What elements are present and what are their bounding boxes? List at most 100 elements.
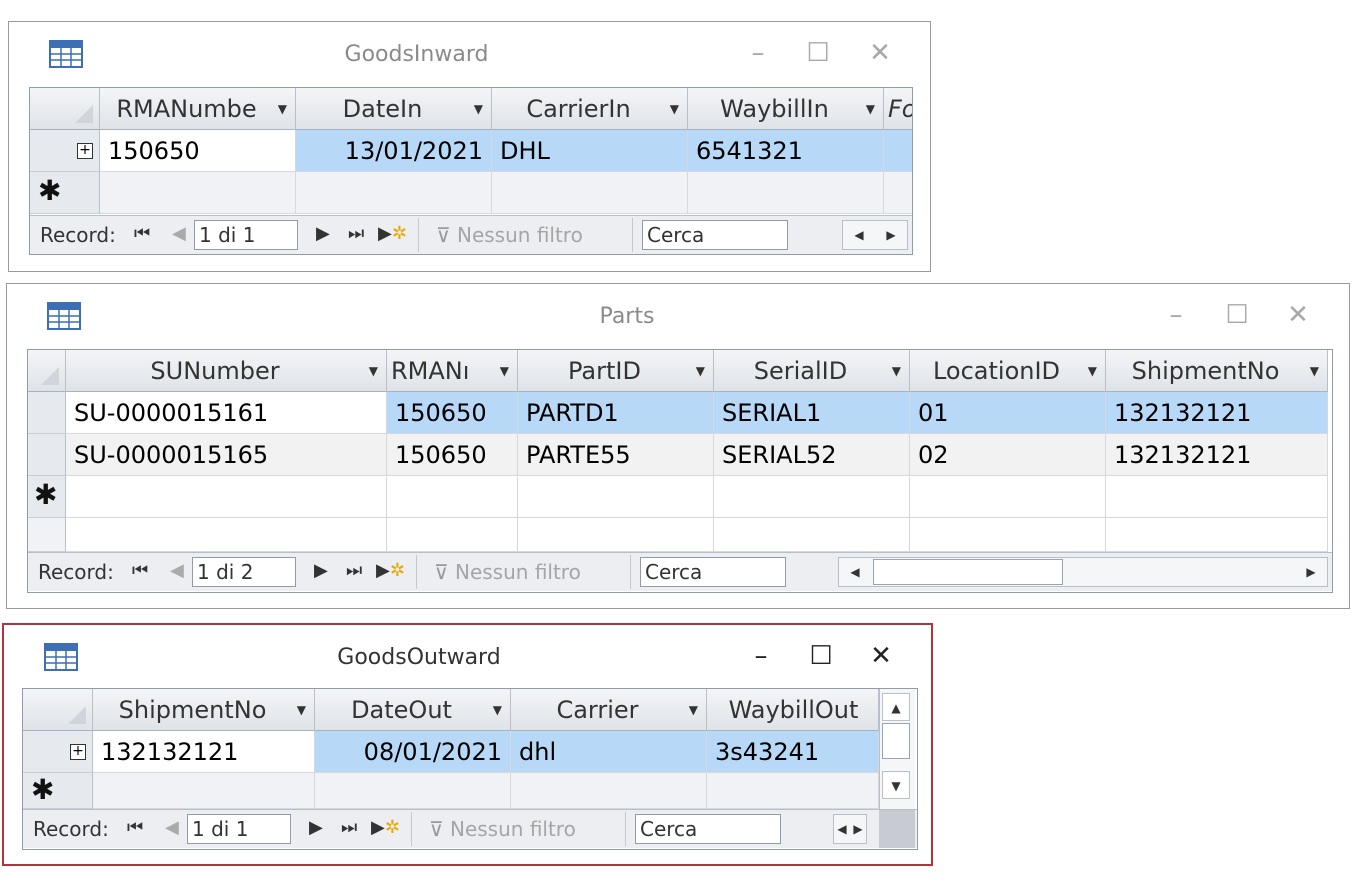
cell-sunumber[interactable]: SU-0000015161 bbox=[66, 392, 387, 434]
search-input[interactable]: Cerca bbox=[642, 220, 788, 250]
previous-record-button[interactable]: ◀ bbox=[165, 817, 179, 838]
scroll-right-button[interactable]: ▶ bbox=[877, 221, 905, 249]
select-all-corner[interactable] bbox=[23, 689, 93, 731]
select-all-corner[interactable] bbox=[30, 88, 100, 130]
new-row-cell[interactable] bbox=[315, 773, 511, 809]
new-row-cell[interactable] bbox=[1106, 476, 1328, 518]
last-record-button[interactable]: ⏭ bbox=[348, 223, 364, 244]
scroll-down-button[interactable]: ▼ bbox=[882, 771, 910, 799]
scroll-left-button[interactable]: ◀ bbox=[841, 558, 869, 586]
cell-rmanumber[interactable]: 150650 bbox=[387, 434, 518, 476]
column-header-carrierin[interactable]: CarrierIn ▼ bbox=[492, 88, 688, 130]
title-bar[interactable]: Parts – ☐ ✕ bbox=[7, 284, 1349, 346]
minimize-button[interactable]: – bbox=[741, 36, 775, 70]
goods-inward-window[interactable]: GoodsInward – ☐ ✕ RMANumbe ▼ DateIn ▼ Carr… bbox=[8, 21, 931, 272]
scroll-right-button[interactable]: ▶ bbox=[1297, 558, 1325, 586]
cell-partid[interactable]: PARTE55 bbox=[518, 434, 714, 476]
new-row-cell[interactable] bbox=[492, 172, 688, 214]
current-record-field[interactable]: 1 di 2 bbox=[192, 557, 296, 587]
column-header-shipmentno[interactable]: ShipmentNo ▼ bbox=[93, 689, 315, 731]
last-record-button[interactable]: ⏭ bbox=[346, 560, 362, 581]
cell-partid[interactable]: PARTD1 bbox=[518, 392, 714, 434]
current-record-field[interactable]: 1 di 1 bbox=[194, 220, 298, 250]
column-header-partid[interactable]: PartID ▼ bbox=[518, 350, 714, 392]
last-record-button[interactable]: ⏭ bbox=[341, 817, 357, 838]
search-input[interactable]: Cerca bbox=[635, 814, 781, 844]
cell-sunumber[interactable]: SU-0000015165 bbox=[66, 434, 387, 476]
column-header-waybillout[interactable]: WaybillOut bbox=[707, 689, 879, 731]
scroll-left-button[interactable]: ◀ bbox=[834, 815, 850, 843]
new-row-cell[interactable] bbox=[387, 476, 518, 518]
datasheet-grid[interactable]: ShipmentNo ▼ DateOut ▼ Carrier ▼ WaybillOut… bbox=[22, 688, 918, 850]
column-header-waybillin[interactable]: WaybillIn ▼ bbox=[688, 88, 884, 130]
previous-record-button[interactable]: ◀ bbox=[170, 560, 184, 581]
dropdown-arrow-icon[interactable]: ▼ bbox=[1088, 350, 1097, 391]
cell-carrier[interactable]: dhl bbox=[511, 731, 707, 773]
size-grip[interactable] bbox=[879, 810, 915, 848]
scroll-right-button[interactable]: ▶ bbox=[850, 815, 866, 843]
search-input[interactable]: Cerca bbox=[640, 557, 786, 587]
plus-box-icon[interactable]: + bbox=[77, 143, 93, 159]
column-header-serialid[interactable]: SerialID ▼ bbox=[714, 350, 910, 392]
first-record-button[interactable]: ⏮ bbox=[132, 560, 148, 581]
dropdown-arrow-icon[interactable]: ▼ bbox=[696, 350, 705, 391]
title-bar[interactable]: GoodsOutward – ☐ ✕ bbox=[4, 625, 931, 687]
dropdown-arrow-icon[interactable]: ▼ bbox=[500, 350, 509, 391]
horizontal-scrollbar[interactable]: ◀ ▶ bbox=[833, 814, 867, 844]
column-header-datein[interactable]: DateIn ▼ bbox=[296, 88, 492, 130]
dropdown-arrow-icon[interactable]: ▼ bbox=[297, 689, 306, 730]
cell-rmanumber[interactable]: 150650 bbox=[387, 392, 518, 434]
dropdown-arrow-icon[interactable]: ▼ bbox=[670, 88, 679, 129]
new-row-cell[interactable] bbox=[707, 773, 879, 809]
previous-record-button[interactable]: ◀ bbox=[172, 223, 186, 244]
cell-partial[interactable] bbox=[884, 130, 912, 172]
vertical-scrollbar[interactable]: ▲ ▼ bbox=[879, 689, 915, 809]
close-button[interactable]: ✕ bbox=[1281, 298, 1315, 332]
column-header-locationid[interactable]: LocationID ▼ bbox=[910, 350, 1106, 392]
new-record-button[interactable]: ▶✲ bbox=[378, 223, 407, 244]
plus-box-icon[interactable]: + bbox=[70, 744, 86, 760]
close-button[interactable]: ✕ bbox=[864, 639, 898, 673]
select-all-corner[interactable] bbox=[28, 350, 66, 392]
dropdown-arrow-icon[interactable]: ▼ bbox=[1310, 350, 1319, 391]
cell-datein[interactable]: 13/01/2021 bbox=[296, 130, 492, 172]
cell-shipmentno[interactable]: 132132121 bbox=[1106, 434, 1328, 476]
new-row-cell[interactable] bbox=[93, 773, 315, 809]
scrollbar-thumb[interactable] bbox=[882, 723, 910, 759]
scroll-up-button[interactable]: ▲ bbox=[882, 693, 910, 721]
next-record-button[interactable]: ▶ bbox=[314, 560, 328, 581]
first-record-button[interactable]: ⏮ bbox=[127, 817, 143, 838]
cell-locationid[interactable]: 02 bbox=[910, 434, 1106, 476]
new-record-button[interactable]: ▶✲ bbox=[376, 560, 405, 581]
record-selector[interactable] bbox=[28, 392, 66, 434]
new-record-button[interactable]: ▶✲ bbox=[371, 817, 400, 838]
new-row-cell[interactable] bbox=[884, 172, 912, 214]
horizontal-scrollbar[interactable]: ◀ ▶ bbox=[842, 220, 908, 250]
maximize-button[interactable]: ☐ bbox=[801, 36, 835, 70]
datasheet-grid[interactable]: SUNumber ▼ RMANı ▼ PartID ▼ SerialID ▼ Locat… bbox=[27, 349, 1333, 593]
dropdown-arrow-icon[interactable]: ▼ bbox=[892, 350, 901, 391]
cell-serialid[interactable]: SERIAL1 bbox=[714, 392, 910, 434]
column-header-carrier[interactable]: Carrier ▼ bbox=[511, 689, 707, 731]
no-filter-button[interactable]: ⊽ Nessun filtro bbox=[429, 817, 576, 841]
dropdown-arrow-icon[interactable]: ▼ bbox=[278, 88, 287, 129]
cell-waybillin[interactable]: 6541321 bbox=[688, 130, 884, 172]
cell-rmanumber[interactable]: 150650 bbox=[100, 130, 296, 172]
record-selector[interactable] bbox=[28, 434, 66, 476]
maximize-button[interactable]: ☐ bbox=[804, 639, 838, 673]
minimize-button[interactable]: – bbox=[744, 639, 778, 673]
new-row-cell[interactable] bbox=[100, 172, 296, 214]
horizontal-scrollbar[interactable]: ◀ ▶ bbox=[838, 557, 1328, 587]
cell-shipmentno[interactable]: 132132121 bbox=[93, 731, 315, 773]
column-header-rmanumber[interactable]: RMANumbe ▼ bbox=[100, 88, 296, 130]
column-header-dateout[interactable]: DateOut ▼ bbox=[315, 689, 511, 731]
column-header-sunumber[interactable]: SUNumber ▼ bbox=[66, 350, 387, 392]
no-filter-button[interactable]: ⊽ Nessun filtro bbox=[434, 560, 581, 584]
close-button[interactable]: ✕ bbox=[863, 36, 897, 70]
dropdown-arrow-icon[interactable]: ▼ bbox=[369, 350, 378, 391]
cell-shipmentno[interactable]: 132132121 bbox=[1106, 392, 1328, 434]
cell-carrierin[interactable]: DHL bbox=[492, 130, 688, 172]
cell-locationid[interactable]: 01 bbox=[910, 392, 1106, 434]
dropdown-arrow-icon[interactable]: ▼ bbox=[866, 88, 875, 129]
maximize-button[interactable]: ☐ bbox=[1220, 298, 1254, 332]
